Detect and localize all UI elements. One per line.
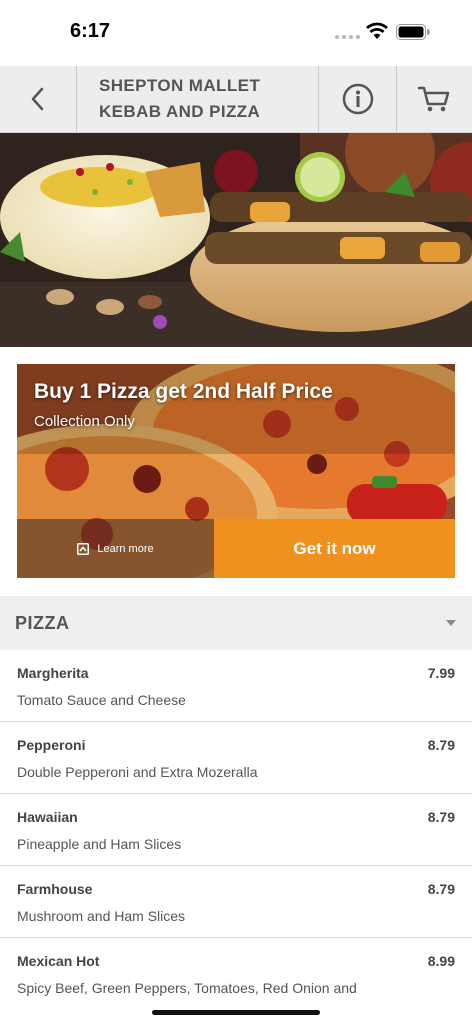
menu-item[interactable]: Hawaiian 8.79 Pineapple and Ham Slices [0, 794, 472, 866]
info-button[interactable] [318, 66, 397, 132]
chevron-left-icon [31, 87, 44, 111]
item-price: 8.79 [427, 737, 455, 753]
promo-banner: Buy 1 Pizza get 2nd Half Price Collectio… [17, 364, 455, 578]
item-description: Mushroom and Ham Slices [17, 908, 186, 924]
expand-icon [77, 542, 90, 555]
item-name: Margherita [17, 665, 89, 681]
item-name: Hawaiian [17, 809, 78, 825]
item-name: Mexican Hot [17, 953, 100, 969]
item-name: Pepperoni [17, 737, 86, 753]
item-description: Double Pepperoni and Extra Mozeralla [17, 764, 258, 780]
caret-down-icon [446, 620, 456, 626]
learn-more-label: Learn more [97, 542, 154, 555]
title-line-1: SHEPTON MALLET [99, 76, 261, 95]
item-description: Pineapple and Ham Slices [17, 836, 182, 852]
info-icon [342, 83, 373, 115]
category-title: PIZZA [15, 612, 70, 633]
back-button[interactable] [0, 66, 77, 132]
item-name: Farmhouse [17, 881, 93, 897]
battery-icon [396, 24, 430, 40]
status-time: 6:17 [70, 20, 111, 42]
cart-button[interactable] [396, 66, 472, 132]
menu-item[interactable]: Mexican Hot 8.99 Spicy Beef, Green Peppe… [0, 938, 472, 1010]
learn-more-button[interactable]: Learn more [17, 519, 214, 578]
get-it-now-button[interactable]: Get it now [214, 519, 455, 578]
home-indicator[interactable] [152, 1010, 320, 1015]
title-line-2: KEBAB AND PIZZA [99, 102, 261, 121]
menu-item[interactable]: Farmhouse 8.79 Mushroom and Ham Slices [0, 866, 472, 938]
item-price: 8.79 [427, 881, 455, 897]
item-description: Spicy Beef, Green Peppers, Tomatoes, Red… [17, 980, 357, 996]
category-header-pizza[interactable]: PIZZA [0, 596, 472, 650]
app-header: SHEPTON MALLET KEBAB AND PIZZA [0, 66, 472, 133]
kebab-rice-illustration [0, 132, 472, 347]
wifi-icon [366, 22, 388, 39]
item-price: 8.79 [427, 809, 455, 825]
promo-subtitle: Collection Only [34, 413, 135, 430]
status-bar: 6:17 [0, 0, 472, 66]
menu-item[interactable]: Pepperoni 8.79 Double Pepperoni and Extr… [0, 722, 472, 794]
signal-icon [335, 35, 360, 39]
promo-title: Buy 1 Pizza get 2nd Half Price [34, 380, 333, 403]
menu-item[interactable]: Margherita 7.99 Tomato Sauce and Cheese [0, 650, 472, 722]
menu-list: Margherita 7.99 Tomato Sauce and Cheese … [0, 650, 472, 1010]
restaurant-title: SHEPTON MALLET KEBAB AND PIZZA [77, 66, 317, 132]
item-description: Tomato Sauce and Cheese [17, 692, 186, 708]
cart-icon [417, 86, 450, 112]
hero-image [0, 132, 472, 347]
item-price: 7.99 [427, 665, 455, 681]
item-price: 8.99 [427, 953, 455, 969]
